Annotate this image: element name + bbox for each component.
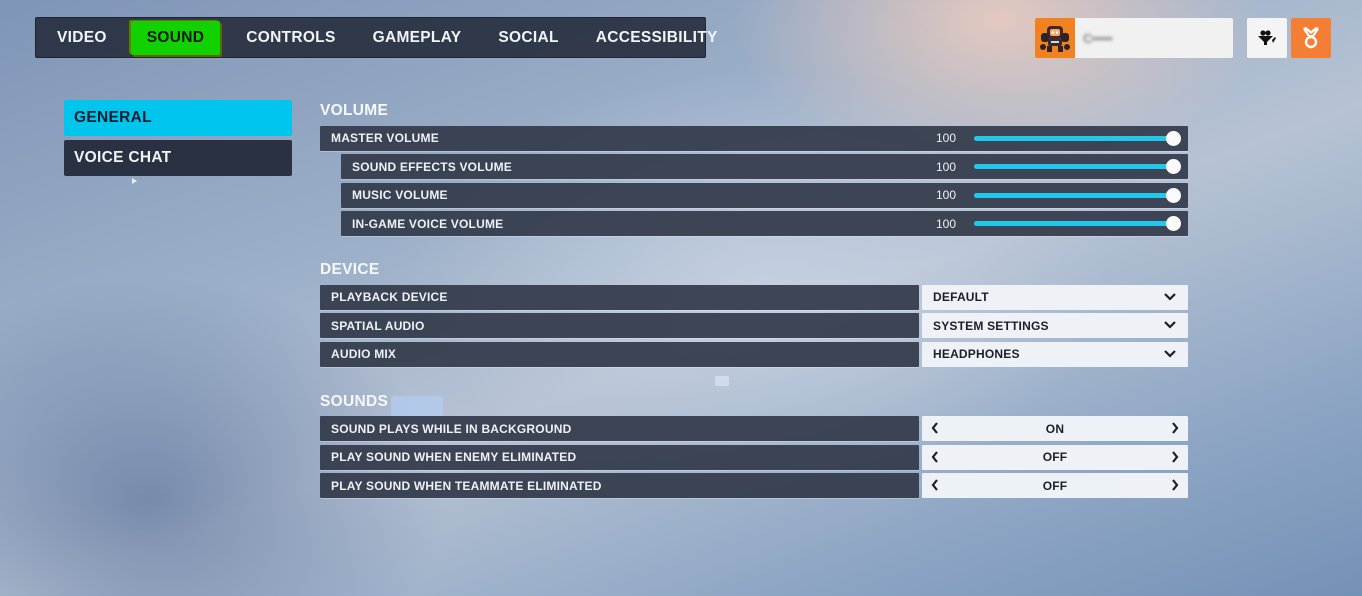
tab-gameplay[interactable]: GAMEPLAY	[362, 21, 473, 55]
setting-row-teammate-eliminated-sound: PLAY SOUND WHEN TEAMMATE ELIMINATED OFF	[320, 473, 1188, 498]
dropdown-value: HEADPHONES	[933, 347, 1020, 361]
rewards-button[interactable]	[1291, 18, 1331, 58]
dropdown-value: SYSTEM SETTINGS	[933, 318, 1049, 333]
slider-handle[interactable]	[1166, 130, 1181, 146]
section-title-device: DEVICE	[320, 261, 380, 278]
setting-label: PLAY SOUND WHEN TEAMMATE ELIMINATED	[320, 473, 919, 498]
username: C•••••	[1083, 30, 1113, 46]
playback-device-dropdown[interactable]: DEFAULT	[922, 284, 1188, 310]
setting-row-in-game-voice-volume: IN-GAME VOICE VOLUME 100	[341, 211, 1188, 236]
toggle-value: OFF	[1042, 450, 1068, 464]
setting-row-music-volume: MUSIC VOLUME 100	[341, 182, 1188, 208]
chevron-down-icon	[1164, 349, 1176, 358]
setting-label: SPATIAL AUDIO	[320, 313, 919, 338]
slider-handle[interactable]	[1166, 187, 1181, 203]
setting-label: AUDIO MIX	[320, 341, 919, 367]
chevron-right-icon[interactable]	[1171, 479, 1179, 491]
slider-fill	[974, 164, 1174, 169]
tab-social[interactable]: SOCIAL	[487, 21, 569, 55]
spatial-audio-dropdown[interactable]: SYSTEM SETTINGS	[922, 313, 1188, 338]
setting-row-enemy-eliminated-sound: PLAY SOUND WHEN ENEMY ELIMINATED OFF	[320, 444, 1188, 470]
slider-fill	[974, 135, 1174, 141]
group-icon	[1258, 30, 1276, 45]
audio-mix-dropdown[interactable]: HEADPHONES	[922, 341, 1188, 367]
tab-accessibility[interactable]: ACCESSIBILITY	[585, 21, 729, 55]
setting-label: PLAY SOUND WHEN ENEMY ELIMINATED	[320, 444, 919, 470]
side-item-voice-chat[interactable]: VOICE CHAT	[64, 140, 292, 176]
robot-avatar-icon	[1035, 18, 1075, 58]
toggle-value: ON	[1045, 421, 1065, 436]
chevron-left-icon[interactable]	[931, 422, 939, 434]
sound-settings-panel: VOLUME MASTER VOLUME 100 SOUND EFFECTS V…	[320, 100, 1188, 498]
player-profile[interactable]: C•••••	[1035, 18, 1233, 58]
sound-effects-volume-slider[interactable]	[974, 159, 1181, 174]
setting-row-spatial-audio: SPATIAL AUDIO SYSTEM SETTINGS	[320, 313, 1188, 338]
slider-value: 100	[935, 188, 956, 202]
slider-fill	[974, 192, 1174, 198]
setting-row-audio-mix: AUDIO MIX HEADPHONES	[320, 341, 1188, 367]
chevron-left-icon[interactable]	[931, 479, 939, 491]
music-volume-slider[interactable]	[974, 187, 1181, 203]
master-volume-slider[interactable]	[974, 130, 1181, 146]
section-title-sounds: SOUNDS	[320, 392, 389, 410]
mouse-cursor-icon	[132, 178, 137, 184]
teammate-eliminated-sound-toggle[interactable]: OFF	[922, 473, 1188, 498]
slider-fill	[974, 221, 1174, 226]
setting-row-playback-device: PLAYBACK DEVICE DEFAULT	[320, 284, 1188, 310]
section-title-volume: VOLUME	[320, 102, 389, 119]
slider-handle[interactable]	[1166, 216, 1181, 231]
setting-row-master-volume: MASTER VOLUME 100	[320, 125, 1188, 151]
tab-sound[interactable]: SOUND	[130, 20, 221, 55]
side-item-general[interactable]: GENERAL	[64, 100, 292, 136]
settings-tab-bar: VIDEO SOUND CONTROLS GAMEPLAY SOCIAL ACC…	[35, 17, 717, 58]
tab-video[interactable]: VIDEO	[46, 21, 118, 55]
social-button[interactable]	[1247, 18, 1287, 58]
slider-value: 100	[935, 131, 956, 145]
chevron-right-icon[interactable]	[1171, 422, 1179, 434]
chevron-right-icon[interactable]	[1171, 450, 1179, 463]
toggle-value: OFF	[1042, 478, 1068, 493]
chevron-down-icon	[1164, 292, 1176, 301]
medal-icon	[1303, 27, 1319, 49]
sound-in-background-toggle[interactable]: ON	[922, 416, 1188, 441]
enemy-eliminated-sound-toggle[interactable]: OFF	[922, 444, 1188, 470]
setting-row-sound-in-background: SOUND PLAYS WHILE IN BACKGROUND ON	[320, 416, 1188, 441]
slider-value: 100	[935, 159, 956, 174]
setting-row-sound-effects-volume: SOUND EFFECTS VOLUME 100	[341, 154, 1188, 179]
dropdown-value: DEFAULT	[933, 290, 989, 304]
chevron-down-icon	[1164, 321, 1176, 329]
in-game-voice-volume-slider[interactable]	[974, 216, 1181, 231]
sound-category-menu: GENERAL VOICE CHAT	[64, 100, 292, 180]
slider-handle[interactable]	[1166, 159, 1181, 174]
slider-value: 100	[935, 216, 956, 231]
setting-label: PLAYBACK DEVICE	[320, 284, 919, 310]
setting-label: SOUND PLAYS WHILE IN BACKGROUND	[320, 416, 919, 441]
tab-controls[interactable]: CONTROLS	[235, 21, 346, 55]
chevron-left-icon[interactable]	[931, 450, 939, 463]
